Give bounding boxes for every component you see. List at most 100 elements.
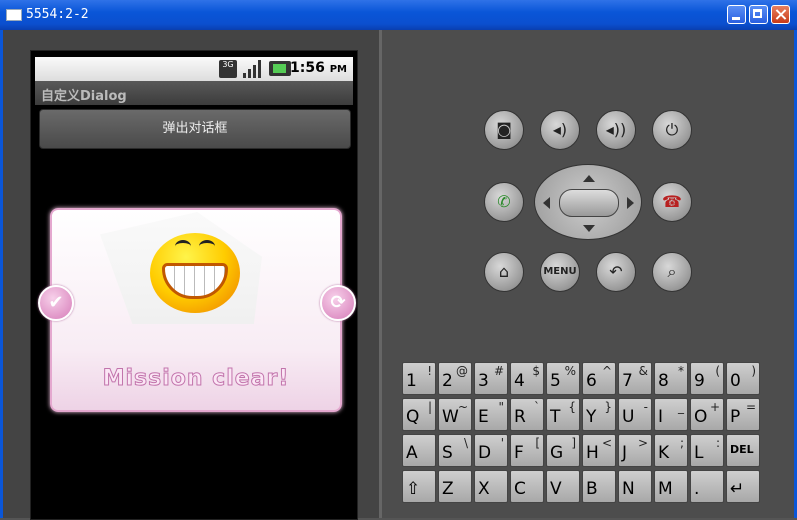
key-alt-label: *	[678, 364, 684, 378]
key-alt-label: \	[463, 436, 468, 450]
key[interactable]: X	[474, 470, 508, 503]
key[interactable]: L:	[690, 434, 724, 467]
dpad-right-icon[interactable]	[627, 197, 640, 209]
key[interactable]: 9(	[690, 362, 724, 395]
key-alt-label: ^	[601, 364, 612, 378]
dpad-center-button[interactable]	[559, 189, 619, 217]
key[interactable]: 0)	[726, 362, 760, 395]
camera-button[interactable]: ◙	[484, 110, 524, 150]
home-icon: ⌂	[498, 262, 510, 281]
key-label: ↵	[730, 479, 745, 499]
key[interactable]: B	[582, 470, 616, 503]
key[interactable]: W ~	[438, 398, 472, 431]
key-label: G	[550, 443, 564, 463]
key-alt-label: }	[604, 400, 612, 414]
emulator-controls-panel: ◙ ◂) ◂)) ⏻ ✆ ☎ ⌂ MENU ↶ ⌕ 1! 2 @3 #4 $5% 6 ^ 7 &…	[379, 30, 794, 518]
power-button[interactable]: ⏻	[652, 110, 692, 150]
key-label: Y	[586, 407, 597, 427]
key[interactable]: .	[690, 470, 724, 503]
close-button[interactable]	[771, 5, 790, 24]
key[interactable]: 3 #	[474, 362, 508, 395]
key[interactable]: 1!	[402, 362, 436, 395]
key[interactable]: S \	[438, 434, 472, 467]
key[interactable]: 2 @	[438, 362, 472, 395]
key[interactable]: K;	[654, 434, 688, 467]
key[interactable]: T{	[546, 398, 580, 431]
key[interactable]: DEL	[726, 434, 760, 467]
key[interactable]: G]	[546, 434, 580, 467]
key[interactable]: U-	[618, 398, 652, 431]
key-alt-label: +	[709, 400, 720, 414]
key[interactable]: F[	[510, 434, 544, 467]
key[interactable]: D '	[474, 434, 508, 467]
end-call-button[interactable]: ☎	[652, 182, 692, 222]
key[interactable]: A	[402, 434, 436, 467]
key[interactable]: Q |	[402, 398, 436, 431]
key[interactable]: I _	[654, 398, 688, 431]
panel-divider	[379, 30, 382, 518]
window-title: 5554:2-2	[26, 7, 89, 22]
back-button[interactable]: ↶	[596, 252, 636, 292]
network-3g-icon: 3G	[219, 60, 237, 78]
key[interactable]: R `	[510, 398, 544, 431]
custom-dialog: ✔ ⟳ Mission clear!	[38, 208, 356, 412]
key-alt-label: `	[534, 400, 540, 414]
key-label: M	[658, 479, 673, 499]
dpad[interactable]	[534, 164, 642, 240]
key[interactable]: 6 ^	[582, 362, 616, 395]
back-icon: ↶	[609, 262, 623, 281]
phone-hangup-icon: ☎	[662, 192, 682, 211]
emulator-screen: 3G 1:56 PM 自定义Dialog 弹出对话框 ✔ ⟳ Mission c…	[30, 50, 358, 520]
key-label: A	[406, 443, 418, 463]
home-button[interactable]: ⌂	[484, 252, 524, 292]
smiley-eye-right	[199, 240, 215, 253]
key[interactable]: O +	[690, 398, 724, 431]
key[interactable]: 4 $	[510, 362, 544, 395]
minimize-button[interactable]	[727, 5, 746, 24]
key[interactable]: 8 *	[654, 362, 688, 395]
dpad-down-icon[interactable]	[583, 225, 595, 238]
key[interactable]: H <	[582, 434, 616, 467]
key[interactable]: C	[510, 470, 544, 503]
key[interactable]: 7 &	[618, 362, 652, 395]
key-alt-label: %	[564, 364, 576, 378]
key-label: .	[694, 479, 700, 499]
call-button[interactable]: ✆	[484, 182, 524, 222]
refresh-icon[interactable]: ⟳	[320, 285, 356, 321]
search-button[interactable]: ⌕	[652, 252, 692, 292]
phone-call-icon: ✆	[497, 192, 511, 211]
popup-dialog-button[interactable]: 弹出对话框	[39, 109, 351, 149]
maximize-button[interactable]	[749, 5, 768, 24]
key-label: X	[478, 479, 490, 499]
status-clock: 1:56 PM	[290, 60, 347, 76]
dpad-left-icon[interactable]	[537, 197, 550, 209]
key-label: 6	[586, 371, 597, 391]
volume-down-button[interactable]: ◂)	[540, 110, 580, 150]
key[interactable]: J >	[618, 434, 652, 467]
key-alt-label: |	[427, 400, 432, 414]
menu-button[interactable]: MENU	[540, 252, 580, 292]
key[interactable]: P =	[726, 398, 760, 431]
key-alt-label: )	[751, 364, 756, 378]
dpad-up-icon[interactable]	[583, 169, 595, 182]
key[interactable]: Y}	[582, 398, 616, 431]
key-label: O	[694, 407, 708, 427]
key[interactable]: V	[546, 470, 580, 503]
volume-up-button[interactable]: ◂))	[596, 110, 636, 150]
signal-icon	[243, 60, 263, 78]
key-alt-label: >	[637, 436, 648, 450]
key[interactable]: Z	[438, 470, 472, 503]
key[interactable]: E "	[474, 398, 508, 431]
window-titlebar: 5554:2-2	[0, 0, 797, 30]
search-icon: ⌕	[667, 262, 677, 281]
key[interactable]: M	[654, 470, 688, 503]
key-label: D	[478, 443, 492, 463]
key[interactable]: 5%	[546, 362, 580, 395]
key[interactable]: ⇧	[402, 470, 436, 503]
key[interactable]: N	[618, 470, 652, 503]
power-icon: ⏻	[665, 120, 679, 139]
volume-down-icon: ◂)	[552, 120, 568, 139]
key-alt-label: <	[601, 436, 612, 450]
check-icon[interactable]: ✔	[38, 285, 74, 321]
key[interactable]: ↵	[726, 470, 760, 503]
